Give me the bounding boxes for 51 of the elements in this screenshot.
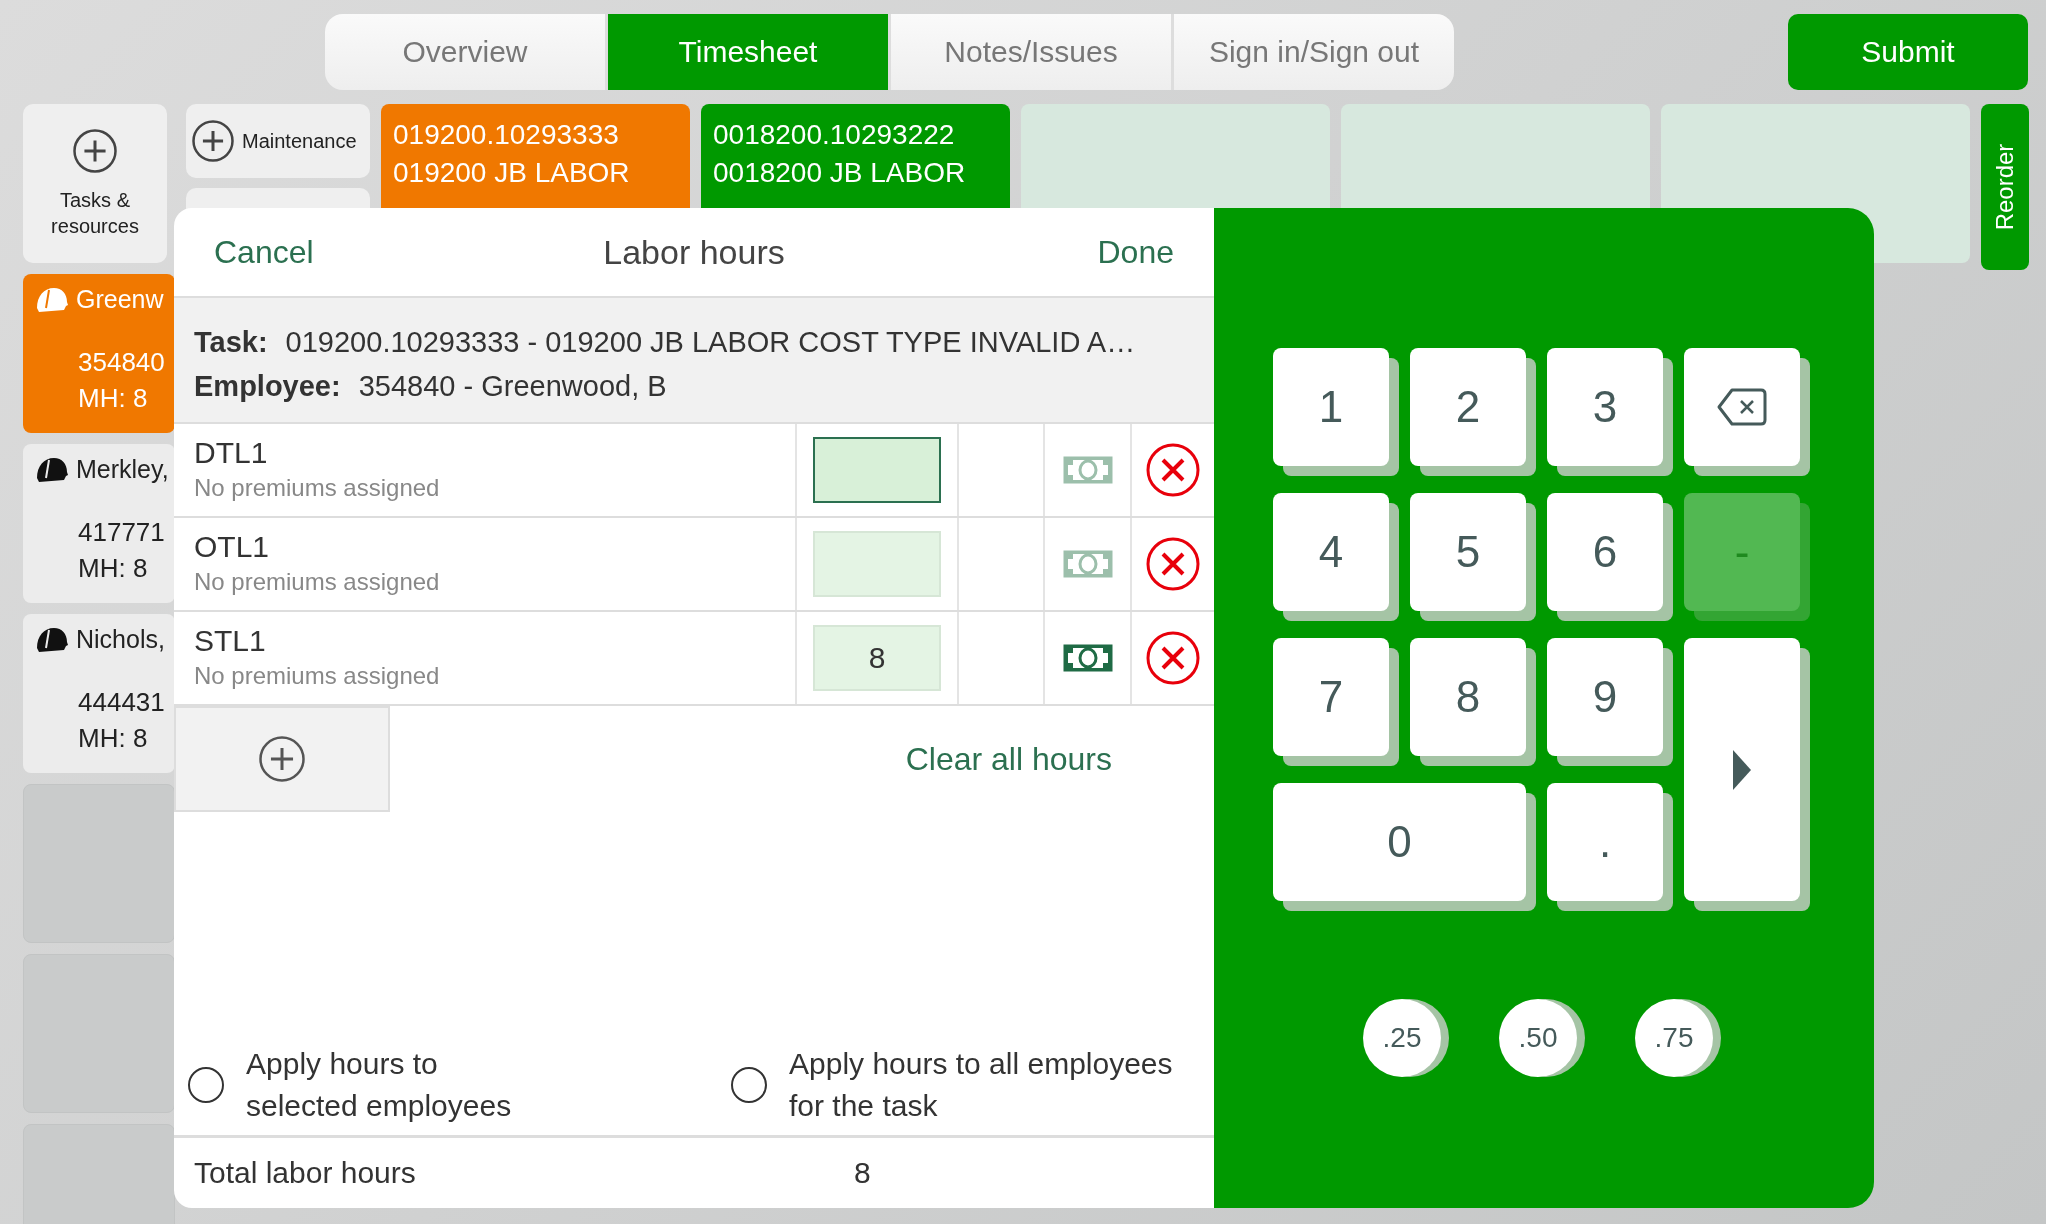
- employee-name: Merkley,: [76, 454, 169, 484]
- tab[interactable]: Timesheet: [608, 14, 888, 90]
- submit-button[interactable]: Submit: [1788, 14, 2028, 90]
- tasks-tile[interactable]: Tasks & resources: [23, 104, 167, 263]
- labor-code: STL1: [194, 623, 267, 659]
- total-label: Total labor hours: [194, 1156, 417, 1190]
- tab[interactable]: Overview: [325, 14, 605, 90]
- employee-number: 354840: [78, 346, 166, 379]
- premium-note: No premiums assigned: [194, 567, 441, 597]
- hours-field[interactable]: 8: [813, 625, 941, 691]
- plus-icon: [73, 128, 117, 173]
- employee-card[interactable]: Nichols, 444431 MH: 8: [23, 614, 175, 773]
- radio-option[interactable]: Apply hours to selected employees: [188, 1043, 546, 1127]
- total-value: 8: [854, 1156, 872, 1190]
- tab[interactable]: Sign in/Sign out: [1174, 14, 1454, 90]
- labor-code: DTL1: [194, 435, 269, 471]
- done-button[interactable]: Done: [1087, 227, 1184, 277]
- employee-number: 417771: [78, 516, 166, 549]
- money-icon[interactable]: [1061, 643, 1114, 673]
- delete-icon[interactable]: [1146, 443, 1200, 497]
- delete-icon[interactable]: [1146, 631, 1200, 685]
- plus-icon: [192, 120, 234, 162]
- radio-option[interactable]: Apply hours to all employees for the task: [731, 1043, 1194, 1127]
- maintenance-tile[interactable]: Maintenance: [186, 104, 370, 178]
- hours-label: MH: 8: [78, 552, 149, 585]
- employee-number: 444431: [78, 686, 166, 719]
- option-label: Apply hours to selected employees: [246, 1046, 513, 1124]
- backspace-icon: [1717, 387, 1767, 427]
- reorder-button[interactable]: Reorder: [1981, 104, 2029, 270]
- radio-button[interactable]: [731, 1067, 767, 1103]
- employee-label: Employee:: [194, 369, 341, 404]
- cancel-button[interactable]: Cancel: [204, 227, 324, 277]
- premium-note: No premiums assigned: [194, 661, 441, 691]
- employee-value: 354840 - Greenwood, B: [358, 369, 667, 404]
- hours-field[interactable]: [813, 437, 941, 503]
- hours-label: MH: 8: [78, 722, 149, 755]
- tab[interactable]: Notes/Issues: [891, 14, 1171, 90]
- delete-icon[interactable]: [1146, 537, 1200, 591]
- plus-icon: [259, 736, 305, 782]
- radio-button[interactable]: [188, 1067, 224, 1103]
- task-value: 019200.10293333 - 019200 JB LABOR COST TYPE INVALID A…: [285, 325, 1136, 360]
- labor-code: OTL1: [194, 529, 271, 565]
- premium-note: No premiums assigned: [194, 473, 441, 503]
- task-label: Task:: [194, 325, 268, 360]
- play-icon: [1732, 748, 1752, 791]
- option-label: Apply hours to all employees for the task: [789, 1046, 1174, 1124]
- employee-name: Nichols,: [76, 624, 165, 654]
- employee-name: Greenw: [76, 284, 164, 314]
- clear-all-link[interactable]: Clear all hours: [895, 734, 1122, 784]
- employee-card[interactable]: Merkley, 417771 MH: 8: [23, 444, 175, 603]
- hours-label: MH: 8: [78, 382, 149, 415]
